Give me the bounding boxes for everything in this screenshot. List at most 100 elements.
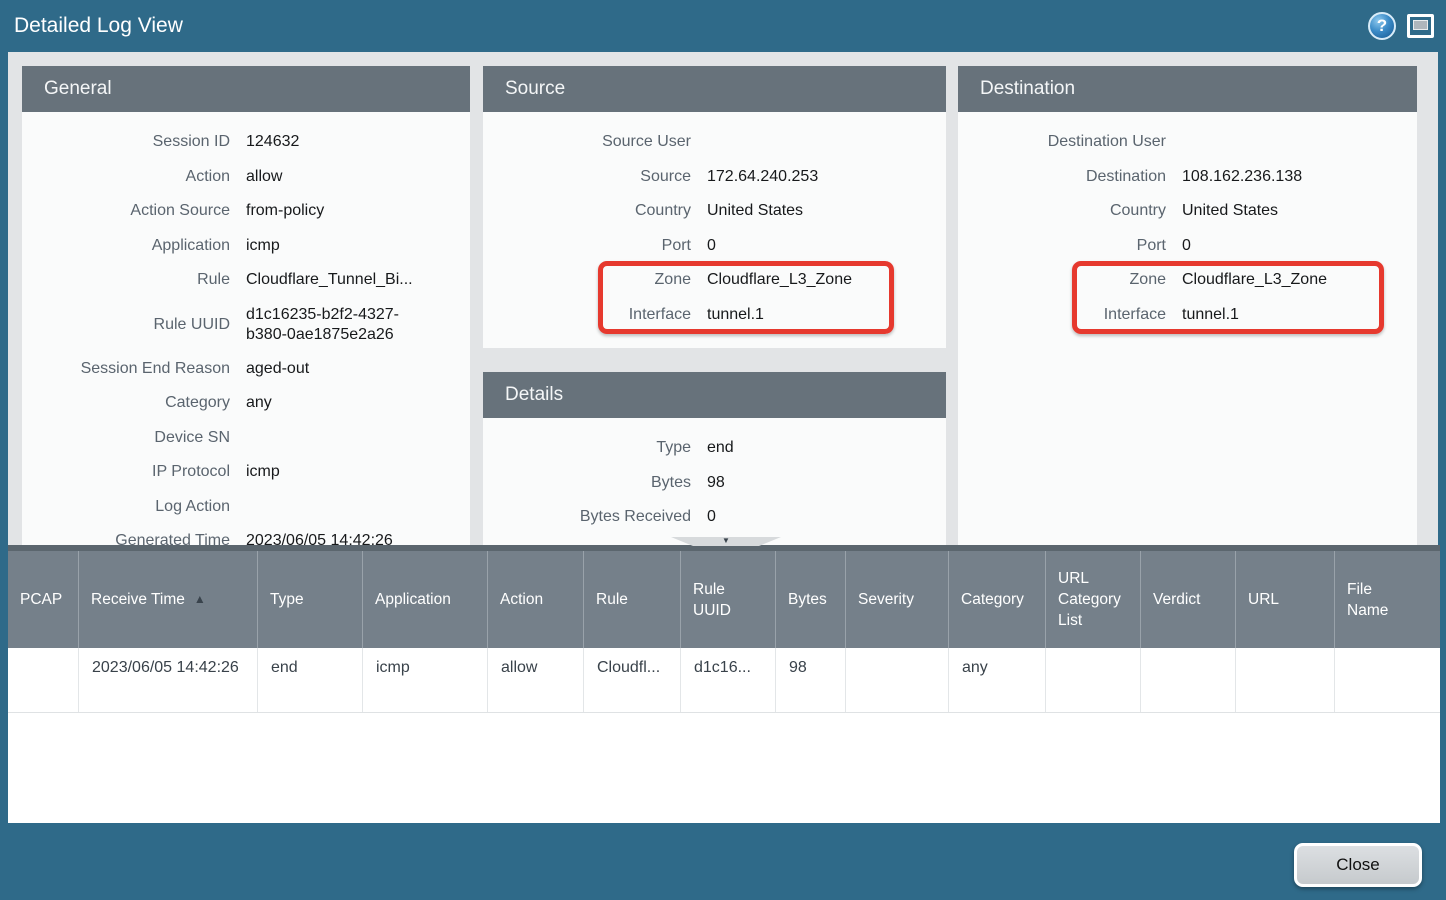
field-value: tunnel.1 [707, 306, 764, 324]
field-value: 0 [1182, 237, 1191, 255]
field-label: Port [483, 237, 691, 255]
field-value: 172.64.240.253 [707, 168, 818, 186]
field-log-action: Log Action [22, 490, 470, 525]
column-header-url[interactable]: URL [1235, 551, 1334, 648]
field-value: from-policy [246, 202, 324, 220]
column-header-bytes[interactable]: Bytes [775, 551, 845, 648]
log-table-row[interactable]: 2023/06/05 14:42:26 end icmp allow Cloud… [8, 648, 1440, 713]
field-label: Destination User [958, 133, 1166, 151]
cell-application: icmp [362, 648, 487, 712]
field-label: Source User [483, 133, 691, 151]
panel-general-header: General [22, 66, 470, 112]
field-value: end [707, 439, 734, 457]
field-value: 2023/06/05 14:42:26 [246, 532, 393, 546]
field-value: aged-out [246, 360, 309, 378]
column-header-application[interactable]: Application [362, 551, 487, 648]
column-header-rule[interactable]: Rule [583, 551, 680, 648]
field-label: Type [483, 439, 691, 457]
field-device-sn: Device SN [22, 421, 470, 456]
column-header-rule-uuid[interactable]: Rule UUID [680, 551, 775, 648]
field-value: tunnel.1 [1182, 306, 1239, 324]
field-value: Cloudflare_Tunnel_Bi... [246, 271, 413, 289]
field-value: icmp [246, 237, 280, 255]
cell-receive-time: 2023/06/05 14:42:26 [78, 648, 257, 712]
field-label: Interface [958, 306, 1166, 324]
field-value: Cloudflare_L3_Zone [1182, 271, 1327, 289]
field-source-user: Source User [483, 125, 946, 160]
field-label: Rule UUID [22, 316, 230, 334]
field-bytes: Bytes98 [483, 466, 946, 501]
field-label: Port [958, 237, 1166, 255]
panel-source-rows: Source User Source 172.64.240.253 Country… [483, 112, 946, 332]
help-icon[interactable]: ? [1368, 12, 1396, 40]
panel-source: Source Source User Source 172.64.240.253 … [483, 66, 946, 348]
field-label: Action [22, 168, 230, 186]
collapse-arrow-icon: ▼ [722, 537, 730, 545]
panel-details-rows: Typeend Bytes98 Bytes Received0 [483, 418, 946, 535]
panel-general: General Session ID 124632 Actionallow Act… [22, 66, 470, 546]
column-header-category[interactable]: Category [948, 551, 1045, 648]
field-ip-protocol: IP Protocolicmp [22, 455, 470, 490]
field-value: 0 [707, 237, 716, 255]
field-label: Country [483, 202, 691, 220]
cell-verdict [1140, 648, 1235, 712]
panel-details: Details Typeend Bytes98 Bytes Received0 [483, 372, 946, 546]
field-application: Application icmp [22, 229, 470, 264]
field-value: 124632 [246, 133, 299, 151]
column-header-file-name[interactable]: File Name [1334, 551, 1439, 648]
column-header-url-category-list[interactable]: URL Category List [1045, 551, 1140, 648]
field-generated-time: Generated Time 2023/06/05 14:42:26 [22, 524, 470, 546]
field-value: icmp [246, 463, 280, 481]
question-mark-glyph: ? [1377, 16, 1387, 36]
field-label: Category [22, 394, 230, 412]
field-value: Cloudflare_L3_Zone [707, 271, 852, 289]
cell-severity [845, 648, 948, 712]
column-header-receive-time[interactable]: Receive Time ▲ [78, 551, 257, 648]
field-label: Bytes [483, 474, 691, 492]
column-header-verdict[interactable]: Verdict [1140, 551, 1235, 648]
field-destination-country: Country United States [958, 194, 1417, 229]
field-destination-interface: Interface tunnel.1 [958, 298, 1417, 333]
field-label: Rule [22, 271, 230, 289]
field-label: Zone [958, 271, 1166, 289]
field-rule: Rule Cloudflare_Tunnel_Bi... [22, 263, 470, 298]
cell-type: end [257, 648, 362, 712]
field-type: Typeend [483, 431, 946, 466]
column-header-severity[interactable]: Severity [845, 551, 948, 648]
close-button[interactable]: Close [1294, 843, 1422, 887]
field-action: Actionallow [22, 160, 470, 195]
log-table: PCAP Receive Time ▲ Type Application Act… [8, 545, 1440, 823]
column-header-action[interactable]: Action [487, 551, 583, 648]
column-header-label: Receive Time [91, 589, 185, 610]
column-header-pcap[interactable]: PCAP [8, 551, 78, 648]
field-destination-port: Port 0 [958, 229, 1417, 264]
field-source: Source 172.64.240.253 [483, 160, 946, 195]
field-label: Device SN [22, 429, 230, 447]
maximize-window-icon[interactable] [1407, 14, 1434, 38]
field-label: Country [958, 202, 1166, 220]
column-header-type[interactable]: Type [257, 551, 362, 648]
titlebar-icons: ? [1368, 12, 1434, 40]
field-value: United States [1182, 202, 1278, 220]
dialog-title: Detailed Log View [14, 14, 183, 38]
field-source-port: Port 0 [483, 229, 946, 264]
field-label: Application [22, 237, 230, 255]
field-source-interface: Interface tunnel.1 [483, 298, 946, 333]
panel-destination-header: Destination [958, 66, 1417, 112]
field-label: Interface [483, 306, 691, 324]
field-rule-uuid: Rule UUIDd1c16235-b2f2-4327-b380-0ae1875… [22, 298, 470, 352]
titlebar: Detailed Log View ? [0, 0, 1446, 52]
field-action-source: Action Sourcefrom-policy [22, 194, 470, 229]
cell-bytes: 98 [775, 648, 845, 712]
field-label: Source [483, 168, 691, 186]
field-source-zone: ZoneCloudflare_L3_Zone [483, 263, 946, 298]
cell-category: any [948, 648, 1045, 712]
panel-general-rows: Session ID 124632 Actionallow Action Sour… [22, 112, 470, 546]
panel-destination: Destination Destination User Destination… [958, 66, 1417, 546]
field-label: Generated Time [22, 532, 230, 546]
cell-url [1235, 648, 1334, 712]
log-table-header-row: PCAP Receive Time ▲ Type Application Act… [8, 551, 1440, 648]
cell-url-category-list [1045, 648, 1140, 712]
field-session-id: Session ID 124632 [22, 125, 470, 160]
field-label: Session ID [22, 133, 230, 151]
